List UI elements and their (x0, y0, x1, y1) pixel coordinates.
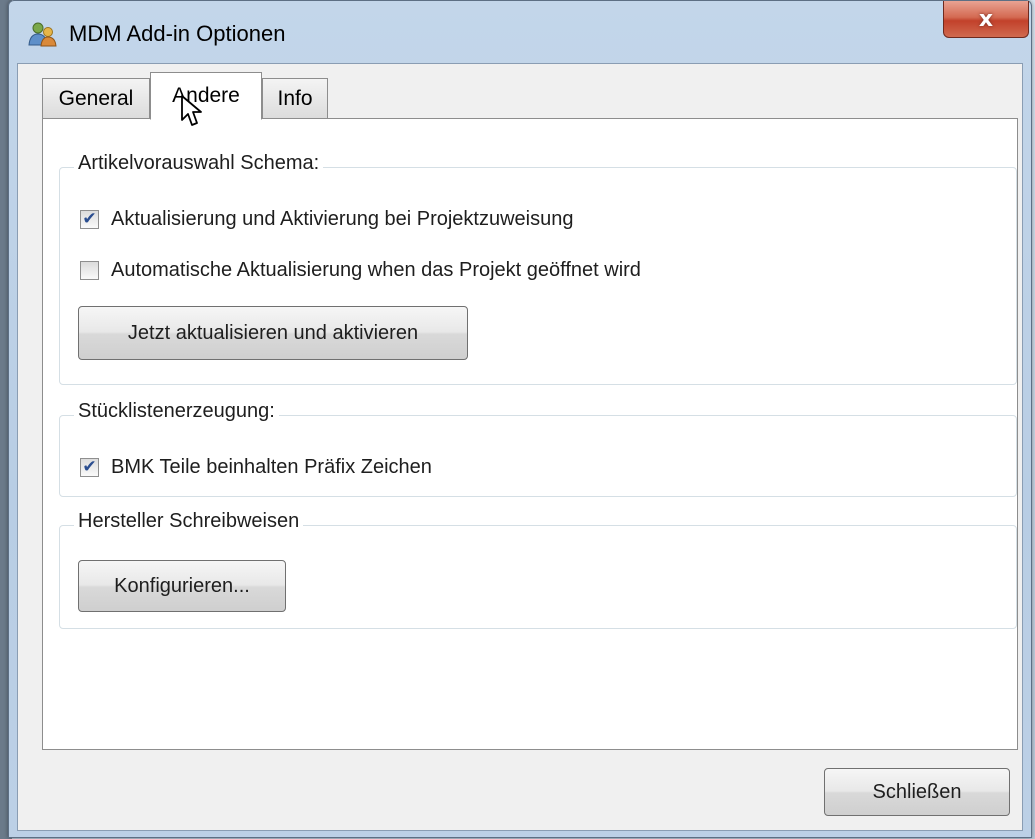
update-and-activate-button[interactable]: Jetzt aktualisieren und aktivieren (78, 306, 468, 360)
checkbox-update-on-assignment[interactable]: ✔ (80, 210, 99, 229)
close-dialog-button[interactable]: Schließen (824, 768, 1010, 816)
group-manufacturer-spellings-legend: Hersteller Schreibweisen (74, 510, 304, 533)
option-bmk-prefix-label: BMK Teile beinhalten Präfix Zeichen (111, 456, 432, 478)
tab-info-label: Info (277, 86, 313, 110)
tab-general[interactable]: General (42, 78, 150, 118)
checkmark-icon: ✔ (82, 457, 97, 477)
dialog-client-area: General Andere Info Artikelvorauswahl Sc… (17, 63, 1023, 831)
close-dialog-button-label: Schließen (872, 780, 962, 803)
tab-panel-andere: Artikelvorauswahl Schema: ✔ Aktualisieru… (42, 118, 1018, 750)
group-bom-generation: Stücklistenerzeugung: ✔ BMK Teile beinha… (59, 400, 1017, 497)
checkmark-icon: ✔ (82, 209, 97, 229)
option-bmk-prefix[interactable]: ✔ BMK Teile beinhalten Präfix Zeichen (80, 456, 432, 479)
option-update-on-assignment-label: Aktualisierung und Aktivierung bei Proje… (111, 208, 574, 230)
option-update-on-assignment[interactable]: ✔ Aktualisierung und Aktivierung bei Pro… (80, 208, 574, 231)
update-and-activate-button-label: Jetzt aktualisieren und aktivieren (127, 321, 419, 344)
window-title: MDM Add-in Optionen (69, 21, 286, 46)
mouse-pointer-icon (181, 95, 202, 126)
users-icon (28, 22, 57, 47)
options-dialog: MDM Add-in Optionen x General Andere Inf… (8, 0, 1032, 838)
close-icon: x (978, 6, 994, 32)
configure-button-label: Konfigurieren... (114, 574, 250, 597)
window-close-button[interactable]: x (943, 1, 1029, 38)
tab-info[interactable]: Info (262, 78, 328, 118)
option-auto-update-on-open[interactable]: Automatische Aktualisierung when das Pro… (80, 259, 641, 282)
checkbox-auto-update-on-open[interactable] (80, 261, 99, 280)
group-manufacturer-spellings: Hersteller Schreibweisen Konfigurieren..… (59, 510, 1017, 629)
group-bom-generation-legend: Stücklistenerzeugung: (74, 400, 279, 423)
group-article-preselection: Artikelvorauswahl Schema: ✔ Aktualisieru… (59, 152, 1017, 385)
group-article-preselection-legend: Artikelvorauswahl Schema: (74, 152, 324, 175)
checkbox-bmk-prefix[interactable]: ✔ (80, 458, 99, 477)
option-auto-update-on-open-label: Automatische Aktualisierung when das Pro… (111, 259, 641, 281)
tab-general-label: General (58, 86, 134, 110)
configure-button[interactable]: Konfigurieren... (78, 560, 286, 612)
title-bar[interactable]: MDM Add-in Optionen x (9, 1, 1031, 61)
